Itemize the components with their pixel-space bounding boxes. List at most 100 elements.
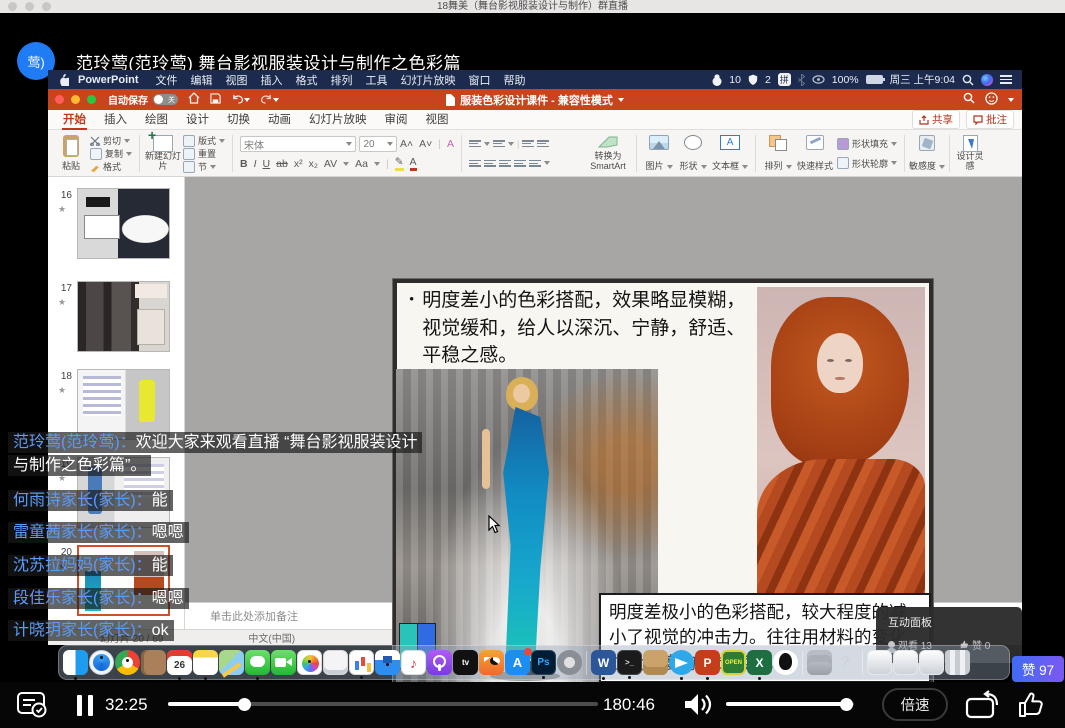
- menu-app-name[interactable]: PowerPoint: [78, 74, 139, 86]
- dock-icon-podcasts[interactable]: [427, 650, 452, 675]
- menu-clock[interactable]: 周三 上午9:04: [890, 72, 955, 87]
- progress-knob[interactable]: [238, 698, 251, 711]
- ribbon-tab[interactable]: 幻灯片放映: [300, 110, 376, 130]
- font-color-button[interactable]: A: [410, 156, 417, 171]
- dock-icon-preview[interactable]: [323, 650, 348, 675]
- language-indicator[interactable]: 中文(中国): [248, 630, 295, 645]
- dock-icon-safari[interactable]: [89, 650, 114, 675]
- dock-icon-powerpoint[interactable]: P: [695, 650, 720, 675]
- underline-button[interactable]: U: [263, 158, 271, 170]
- account-chevron[interactable]: [1008, 98, 1014, 105]
- progress-bar[interactable]: [168, 702, 598, 706]
- align-left-button[interactable]: [469, 160, 481, 167]
- menu-item[interactable]: 窗口: [469, 72, 491, 88]
- dock-icon-win[interactable]: [919, 650, 944, 675]
- dock-icon-file-drawer[interactable]: [807, 650, 832, 675]
- thumbnail-image[interactable]: [77, 188, 170, 259]
- dock-icon-keynote[interactable]: [375, 650, 400, 675]
- ribbon-tab[interactable]: 开始: [54, 110, 95, 130]
- menu-item[interactable]: 编辑: [191, 72, 213, 88]
- menu-item[interactable]: 插入: [261, 72, 283, 88]
- dock-icon-win[interactable]: [867, 650, 892, 675]
- dock-icon-photos[interactable]: [297, 650, 322, 675]
- dock-icon-music[interactable]: ♪: [401, 650, 426, 675]
- menu-item[interactable]: 视图: [226, 72, 248, 88]
- ribbon-tab[interactable]: 视图: [417, 110, 458, 130]
- font-name-combo[interactable]: 宋体: [240, 136, 356, 152]
- slide-thumbnail[interactable]: 17★: [48, 281, 185, 361]
- dock-icon-help[interactable]: ?: [833, 650, 858, 675]
- menu-item[interactable]: 排列: [331, 72, 353, 88]
- align-center-button[interactable]: [484, 160, 496, 167]
- notification-center-icon[interactable]: [1000, 75, 1012, 84]
- window-minimize-button[interactable]: [25, 2, 34, 11]
- bullet-list-button[interactable]: [469, 140, 481, 147]
- ribbon-tab[interactable]: 绘图: [136, 110, 177, 130]
- ribbon-tab[interactable]: 设计: [177, 110, 218, 130]
- shape-fill-button[interactable]: 形状填充: [837, 137, 897, 150]
- copy-button[interactable]: 复制: [90, 147, 132, 160]
- ribbon-tab[interactable]: 插入: [95, 110, 136, 130]
- share-button[interactable]: 共享: [912, 110, 960, 129]
- font-size-combo[interactable]: 20: [359, 136, 397, 152]
- undo-dropdown-chevron[interactable]: [244, 98, 250, 105]
- player-like-icon[interactable]: [1016, 690, 1046, 725]
- shape-outline-button[interactable]: 形状轮廓: [837, 157, 897, 170]
- quick-styles-button[interactable]: 快速样式: [795, 133, 835, 174]
- dock-icon-notes[interactable]: [193, 650, 218, 675]
- dock-icon-chart[interactable]: [349, 650, 374, 675]
- dock-icon-trash[interactable]: [945, 650, 970, 675]
- format-painter-button[interactable]: 格式: [90, 160, 132, 173]
- char-spacing-button[interactable]: AV: [324, 158, 337, 170]
- playback-speed-button[interactable]: 倍速: [882, 688, 948, 721]
- ribbon-tab[interactable]: 动画: [259, 110, 300, 130]
- dock-icon-tv[interactable]: tv: [453, 650, 478, 675]
- dock-icon-chrome[interactable]: [115, 650, 140, 675]
- layout-button[interactable]: 版式: [183, 134, 225, 147]
- dock-icon-word[interactable]: W: [591, 650, 616, 675]
- pause-button[interactable]: [77, 695, 93, 716]
- bold-button[interactable]: B: [240, 158, 248, 170]
- dock-icon-finder[interactable]: [63, 650, 88, 675]
- shield-icon[interactable]: [748, 74, 758, 86]
- volume-slider[interactable]: [726, 702, 854, 706]
- slide-thumbnail[interactable]: 16★: [48, 188, 185, 268]
- redo-icon[interactable]: [260, 93, 273, 107]
- menu-item[interactable]: 帮助: [504, 72, 526, 88]
- apple-menu-icon[interactable]: [58, 73, 69, 86]
- ppt-close-button[interactable]: [55, 95, 64, 104]
- qq-penguin-icon[interactable]: [712, 74, 722, 86]
- autosave-toggle[interactable]: 关: [153, 94, 178, 105]
- menu-item[interactable]: 幻灯片放映: [401, 72, 456, 88]
- change-case-button[interactable]: Aa: [355, 158, 368, 170]
- menu-item[interactable]: 格式: [296, 72, 318, 88]
- input-method-icon[interactable]: 拼: [778, 73, 791, 86]
- thumbnail-image[interactable]: [77, 369, 170, 440]
- grow-font-button[interactable]: A˄: [400, 138, 413, 150]
- design-ideas-button[interactable]: 设计灵感: [955, 133, 985, 174]
- justify-button[interactable]: [514, 160, 526, 167]
- thumbnail-image[interactable]: [77, 281, 170, 352]
- window-close-button[interactable]: [8, 2, 17, 11]
- dock-icon-open-sign[interactable]: OPEN: [721, 650, 746, 675]
- paste-button[interactable]: 粘贴: [54, 133, 88, 174]
- dock-icon-telegram[interactable]: [669, 650, 694, 675]
- ppt-zoom-button[interactable]: [87, 95, 96, 104]
- account-smiley-icon[interactable]: [985, 92, 998, 108]
- slide[interactable]: • 明度差小的色彩搭配，效果略显模糊，视觉缓和，给人以深沉、宁静，舒适、平稳之感…: [393, 279, 933, 689]
- dock-icon-photoshop[interactable]: Ps: [531, 650, 556, 675]
- textbox-button[interactable]: A文本框: [710, 133, 750, 174]
- dock-icon-facetime[interactable]: [271, 650, 296, 675]
- spotlight-search-icon[interactable]: [962, 74, 974, 86]
- numbered-list-button[interactable]: [493, 140, 505, 147]
- dock-icon-appstore[interactable]: A: [505, 650, 530, 675]
- toolbar-dropdown-chevron[interactable]: [273, 98, 279, 105]
- volume-knob[interactable]: [840, 698, 853, 711]
- shapes-button[interactable]: 形状: [676, 133, 710, 174]
- document-title[interactable]: 服装色彩设计课件 - 兼容性模式: [460, 92, 613, 108]
- siri-icon[interactable]: [981, 74, 993, 86]
- screen-mirroring-icon[interactable]: [812, 74, 825, 85]
- line-spacing-button[interactable]: [529, 160, 541, 167]
- rotate-screen-icon[interactable]: [962, 690, 1002, 725]
- ppt-search-icon[interactable]: [963, 92, 975, 107]
